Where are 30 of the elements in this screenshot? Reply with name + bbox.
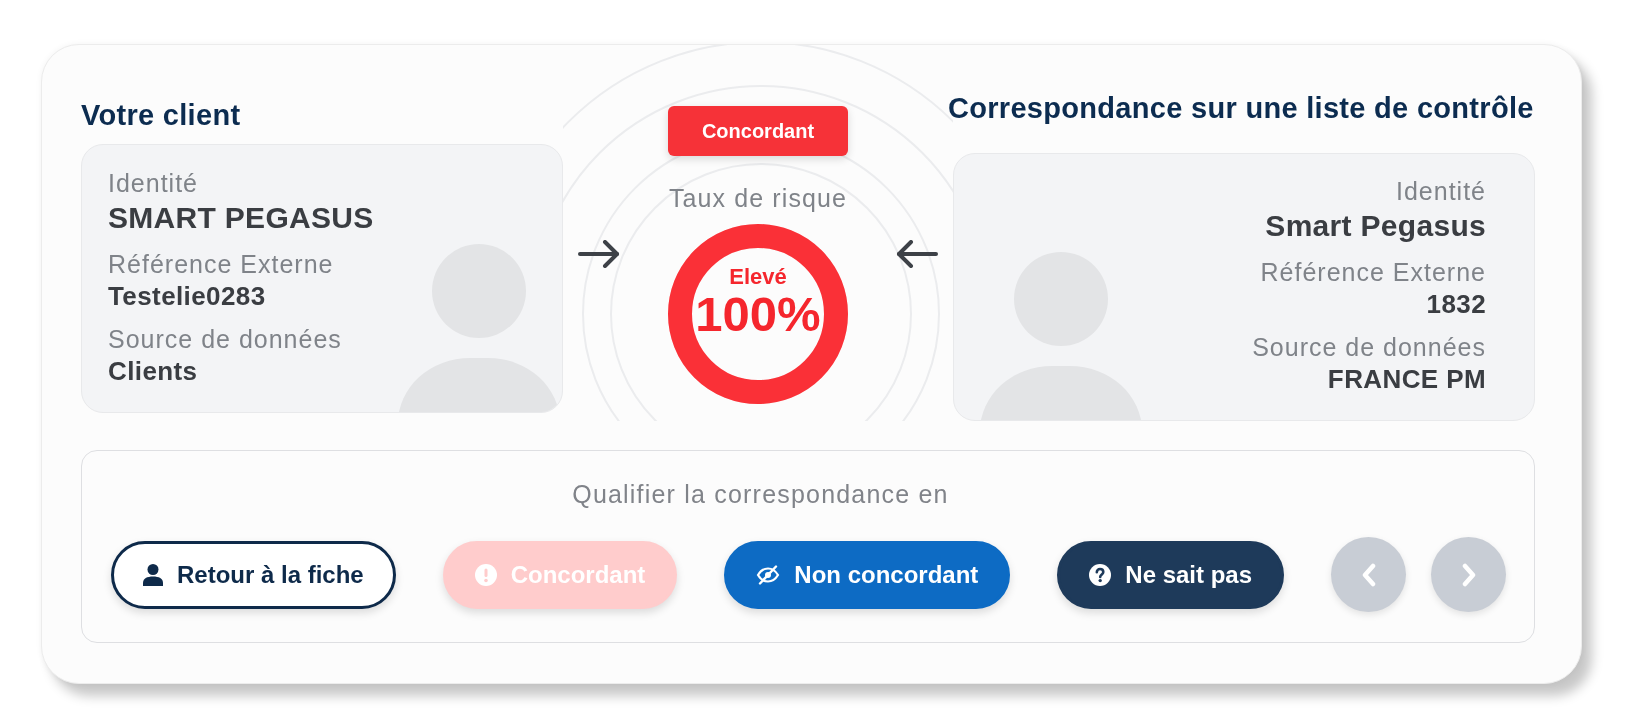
field-label: Référence Externe <box>108 250 334 279</box>
exclamation-icon <box>474 563 497 586</box>
risk-label: Taux de risque <box>669 185 847 211</box>
field-value: 1832 <box>1426 289 1486 319</box>
arrow-right-icon <box>578 240 620 268</box>
field-label: Identité <box>1396 177 1486 206</box>
field-label: Identité <box>108 169 198 198</box>
qualification-prompt: Qualifier la correspondance en <box>572 480 949 508</box>
no-match-button[interactable]: Non concordant <box>724 540 1011 609</box>
identity-name: Smart Pegasus <box>1265 208 1486 244</box>
arrow-left-icon <box>896 240 938 268</box>
person-icon <box>143 563 163 586</box>
question-icon <box>1089 563 1112 586</box>
risk-level-text: Elevé <box>729 266 787 288</box>
section-heading: Correspondance sur une liste de contrôle <box>948 94 1534 122</box>
chevron-right-icon <box>1461 562 1476 587</box>
section-heading: Votre client <box>81 101 241 129</box>
unknown-button[interactable]: Ne sait pas <box>1057 540 1285 609</box>
eye-slash-icon <box>756 564 781 585</box>
field-label: Référence Externe <box>1260 258 1486 287</box>
status-badge: Concordant <box>668 106 848 156</box>
field-value: FRANCE PM <box>1327 364 1486 394</box>
risk-percentage: 100% <box>695 290 821 338</box>
field-label: Source de données <box>1252 333 1486 362</box>
chevron-left-icon <box>1361 562 1376 587</box>
field-label: Source de données <box>108 325 342 354</box>
back-to-record-button[interactable]: Retour à la fiche <box>111 540 396 609</box>
identity-name: SMART PEGASUS <box>108 200 374 236</box>
field-value: Clients <box>108 356 198 386</box>
field-value: Testelie0283 <box>108 281 266 311</box>
